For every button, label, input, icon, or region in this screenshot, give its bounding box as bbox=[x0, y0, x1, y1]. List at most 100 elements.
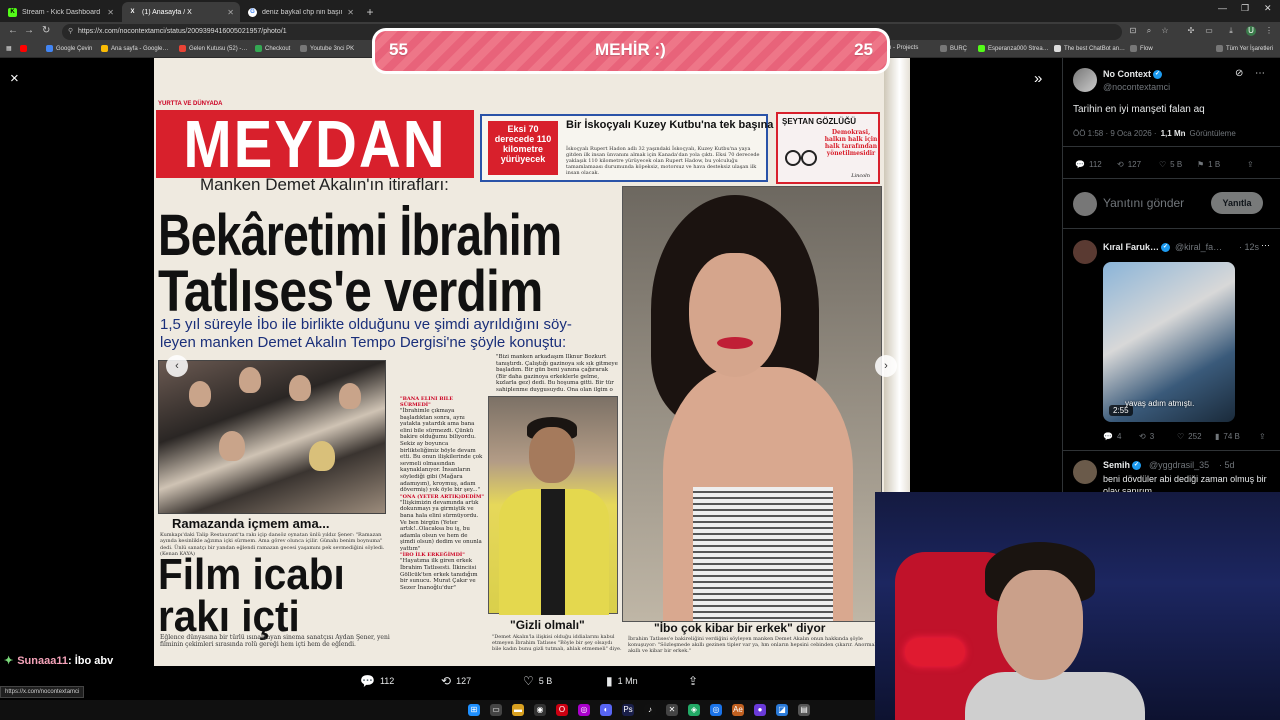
bookmark-star-icon[interactable]: ☆ bbox=[1160, 26, 1170, 36]
chrome-icon[interactable]: ◎ bbox=[710, 704, 722, 716]
install-icon[interactable]: ⊡ bbox=[1128, 26, 1138, 36]
apps-grid-icon[interactable]: ▦ bbox=[6, 45, 12, 52]
reply-stat[interactable]: 💬 112 bbox=[1075, 160, 1102, 169]
repost-icon: ⟲ bbox=[1117, 160, 1124, 169]
reply1-name[interactable]: Kıral Faruk… ✓ bbox=[1103, 242, 1171, 253]
avatar[interactable] bbox=[1073, 460, 1097, 484]
more-options-icon[interactable]: ⋯ bbox=[1261, 240, 1270, 251]
repost-stat[interactable]: ⟲ 3 bbox=[1139, 432, 1154, 441]
tab-kick-dashboard[interactable]: K Stream - Kick Dashboard ✕ bbox=[2, 2, 120, 22]
body-kibar: İbrahim Tatlıses'e bakireliğini verdiğin… bbox=[628, 636, 877, 654]
share-icon[interactable]: ⇪ bbox=[1259, 432, 1266, 441]
avatar[interactable] bbox=[1073, 68, 1097, 92]
share-button[interactable]: ⇪ bbox=[688, 674, 698, 688]
task-view-icon[interactable]: ▭ bbox=[490, 704, 502, 716]
quote-label: "BANA ELİNİ BİLE SÜRMEDİ" bbox=[400, 396, 454, 408]
minimize-icon[interactable]: — bbox=[1218, 3, 1227, 13]
promo-red-box: Eksi 70 derecede 110 kilometre yürüyecek bbox=[488, 121, 558, 175]
taskbar: ⊞ ▭ ▬ ◉ O ◎ ◐ Ps ♪ ✕ ◈ ◎ Ae ● ◪ ▤ bbox=[0, 700, 875, 720]
app-icon[interactable]: ◉ bbox=[534, 704, 546, 716]
bookmark-item[interactable]: Esperanza000 Strea… bbox=[978, 45, 1049, 52]
maximize-icon[interactable]: ❐ bbox=[1241, 3, 1249, 14]
reply1-video[interactable]: 2:55 yavaş adım atmıştı. bbox=[1103, 262, 1235, 422]
forward-icon[interactable]: → bbox=[24, 25, 34, 36]
bookmark-item[interactable]: Tüm Yer İşaretleri bbox=[1216, 45, 1273, 52]
start-icon[interactable]: ⊞ bbox=[468, 704, 480, 716]
app-icon[interactable]: ✕ bbox=[666, 704, 678, 716]
close-tab-icon[interactable]: ✕ bbox=[227, 8, 234, 17]
discord-icon[interactable]: ◐ bbox=[600, 704, 612, 716]
more-options-icon[interactable]: ⋯ bbox=[1255, 68, 1265, 79]
tiktok-icon[interactable]: ♪ bbox=[644, 704, 656, 716]
my-avatar bbox=[1073, 192, 1097, 216]
avatar[interactable] bbox=[1073, 240, 1097, 264]
repost-button[interactable]: ⟲ 127 bbox=[441, 674, 471, 688]
app-icon[interactable]: ▤ bbox=[798, 704, 810, 716]
app-icon[interactable]: ◈ bbox=[688, 704, 700, 716]
bookmark-item[interactable]: Youtube 3nci PK bbox=[300, 45, 354, 52]
bookmark-item[interactable]: Flow bbox=[1130, 45, 1153, 52]
repost-stat[interactable]: ⟲ 127 bbox=[1117, 160, 1141, 169]
bookmark-item[interactable]: Gelen Kutusu (52) -… bbox=[179, 45, 247, 52]
obs-icon[interactable]: ● bbox=[754, 704, 766, 716]
body-film: Eğlence dünyasına bir türlü ısınamayan s… bbox=[160, 634, 390, 649]
deck-line-1: 1,5 yıl süreyle İbo ile birlikte olduğun… bbox=[160, 316, 572, 333]
zoom-icon[interactable]: ⌕ bbox=[1144, 26, 1154, 36]
reply-input[interactable]: Yanıtını gönder bbox=[1103, 196, 1184, 210]
share-icon[interactable]: ⇪ bbox=[1247, 160, 1254, 169]
bookmark-item[interactable]: Checkout bbox=[255, 45, 290, 52]
views-stat[interactable]: ▮ 74 B bbox=[1215, 432, 1240, 441]
reply-submit-button[interactable]: Yanıtla bbox=[1211, 192, 1263, 214]
close-tab-icon[interactable]: ✕ bbox=[347, 8, 354, 17]
tweet-meta: ÖÖ 1:58 · 9 Oca 2026 · 1,1 Mn Görüntülem… bbox=[1073, 129, 1236, 138]
downloads-icon[interactable]: ⤓ bbox=[1226, 26, 1236, 36]
chat-message: ✦ Sunaaa11: İbo abv bbox=[4, 654, 113, 667]
profile-avatar-icon[interactable]: U bbox=[1246, 26, 1256, 36]
next-photo-button[interactable]: › bbox=[875, 355, 897, 377]
tab-google-search[interactable]: G deniz baykal chp nin başında k… ✕ bbox=[242, 2, 360, 22]
reply2-handle[interactable]: @yggdrasil_35 bbox=[1149, 460, 1209, 470]
quote-text: "İlişkimizin devamında artık dokunmayı y… bbox=[400, 499, 482, 552]
seytan-signature: Lincoln bbox=[851, 173, 870, 179]
like-button[interactable]: ♡ 5 B bbox=[523, 674, 552, 688]
reload-icon[interactable]: ↻ bbox=[42, 25, 50, 36]
close-window-icon[interactable]: ✕ bbox=[1264, 3, 1272, 14]
file-explorer-icon[interactable]: ▬ bbox=[512, 704, 524, 716]
site-info-icon[interactable]: ⚲ bbox=[68, 24, 73, 40]
tab-x-home[interactable]: X (1) Anasayfa / X ✕ bbox=[122, 2, 240, 22]
app-icon[interactable]: ◪ bbox=[776, 704, 788, 716]
menu-dots-icon[interactable]: ⋮ bbox=[1264, 26, 1274, 36]
bookmark-youtube-icon[interactable] bbox=[20, 45, 27, 52]
grok-icon[interactable]: ⊘ bbox=[1235, 68, 1243, 79]
sidebar-icon[interactable]: ▭ bbox=[1204, 26, 1214, 36]
reply-stat[interactable]: 💬 4 bbox=[1103, 432, 1121, 441]
bookmark-item[interactable]: BURÇ bbox=[940, 45, 967, 52]
reply-button[interactable]: 💬 112 bbox=[360, 674, 394, 688]
opera-icon[interactable]: O bbox=[556, 704, 568, 716]
author-name[interactable]: No Context ✓ bbox=[1103, 69, 1162, 80]
quote-text: "İbrahimle çıkmaya başladıktan sonra, ay… bbox=[400, 408, 483, 494]
extension-icon[interactable]: ✣ bbox=[1186, 26, 1196, 36]
promo-body: İskoçyalı Rupert Hadon adlı 32 yaşındaki… bbox=[566, 146, 760, 176]
reply2-name[interactable]: Semih ✓ bbox=[1103, 460, 1142, 471]
like-stat[interactable]: ♡ 5 B bbox=[1159, 160, 1182, 169]
bookmark-item[interactable]: Ana sayfa - Google… bbox=[101, 45, 168, 52]
like-stat[interactable]: ♡ 252 bbox=[1177, 432, 1202, 441]
close-icon[interactable]: × bbox=[10, 70, 19, 87]
views-button[interactable]: ▮ 1 Mn bbox=[606, 674, 638, 688]
previous-photo-button[interactable]: ‹ bbox=[166, 355, 188, 377]
photoshop-icon[interactable]: Ps bbox=[622, 704, 634, 716]
bookmark-item[interactable]: Google Çevin bbox=[46, 45, 92, 52]
quote-label: "ONA (YETER ARTIK)DEDİM" bbox=[400, 493, 484, 500]
app-icon[interactable]: Ae bbox=[732, 704, 744, 716]
author-handle[interactable]: @nocontextamci bbox=[1103, 82, 1170, 92]
close-tab-icon[interactable]: ✕ bbox=[107, 8, 114, 17]
collapse-panel-icon[interactable]: » bbox=[1034, 70, 1042, 87]
caption-gizli: "Gizli olmalı" bbox=[510, 618, 585, 632]
back-icon[interactable]: ← bbox=[8, 25, 18, 36]
instagram-icon[interactable]: ◎ bbox=[578, 704, 590, 716]
bookmark-item[interactable]: The best ChatBot an… bbox=[1054, 45, 1125, 52]
reply1-handle[interactable]: @kiral_fa… bbox=[1175, 242, 1222, 252]
new-tab-button[interactable]: + bbox=[360, 2, 380, 22]
bookmark-stat[interactable]: ⚑ 1 B bbox=[1197, 160, 1220, 169]
